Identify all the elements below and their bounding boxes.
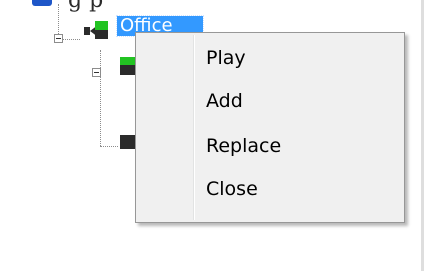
- minus-box-icon[interactable]: [92, 68, 101, 77]
- menu-item-label: Close: [206, 178, 258, 200]
- menu-item-close[interactable]: Close: [138, 169, 402, 209]
- app-window: g p Office Play Add Replace Close: [0, 0, 424, 271]
- tree-connector-line: [100, 50, 101, 146]
- menu-item-label: Add: [206, 90, 243, 112]
- menu-item-label: Play: [206, 47, 246, 69]
- menu-item-label: Replace: [206, 135, 282, 157]
- root-node-label[interactable]: g p: [68, 0, 103, 13]
- camera-green-icon: [84, 21, 108, 39]
- context-menu: Play Add Replace Close: [135, 32, 405, 223]
- tree-connector-line: [62, 39, 80, 40]
- menu-item-replace[interactable]: Replace: [138, 126, 402, 166]
- tree-connector-line: [58, 4, 59, 34]
- root-node-icon[interactable]: [32, 0, 52, 6]
- minus-box-icon[interactable]: [54, 34, 63, 43]
- menu-item-play[interactable]: Play: [138, 38, 402, 78]
- menu-item-add[interactable]: Add: [138, 81, 402, 121]
